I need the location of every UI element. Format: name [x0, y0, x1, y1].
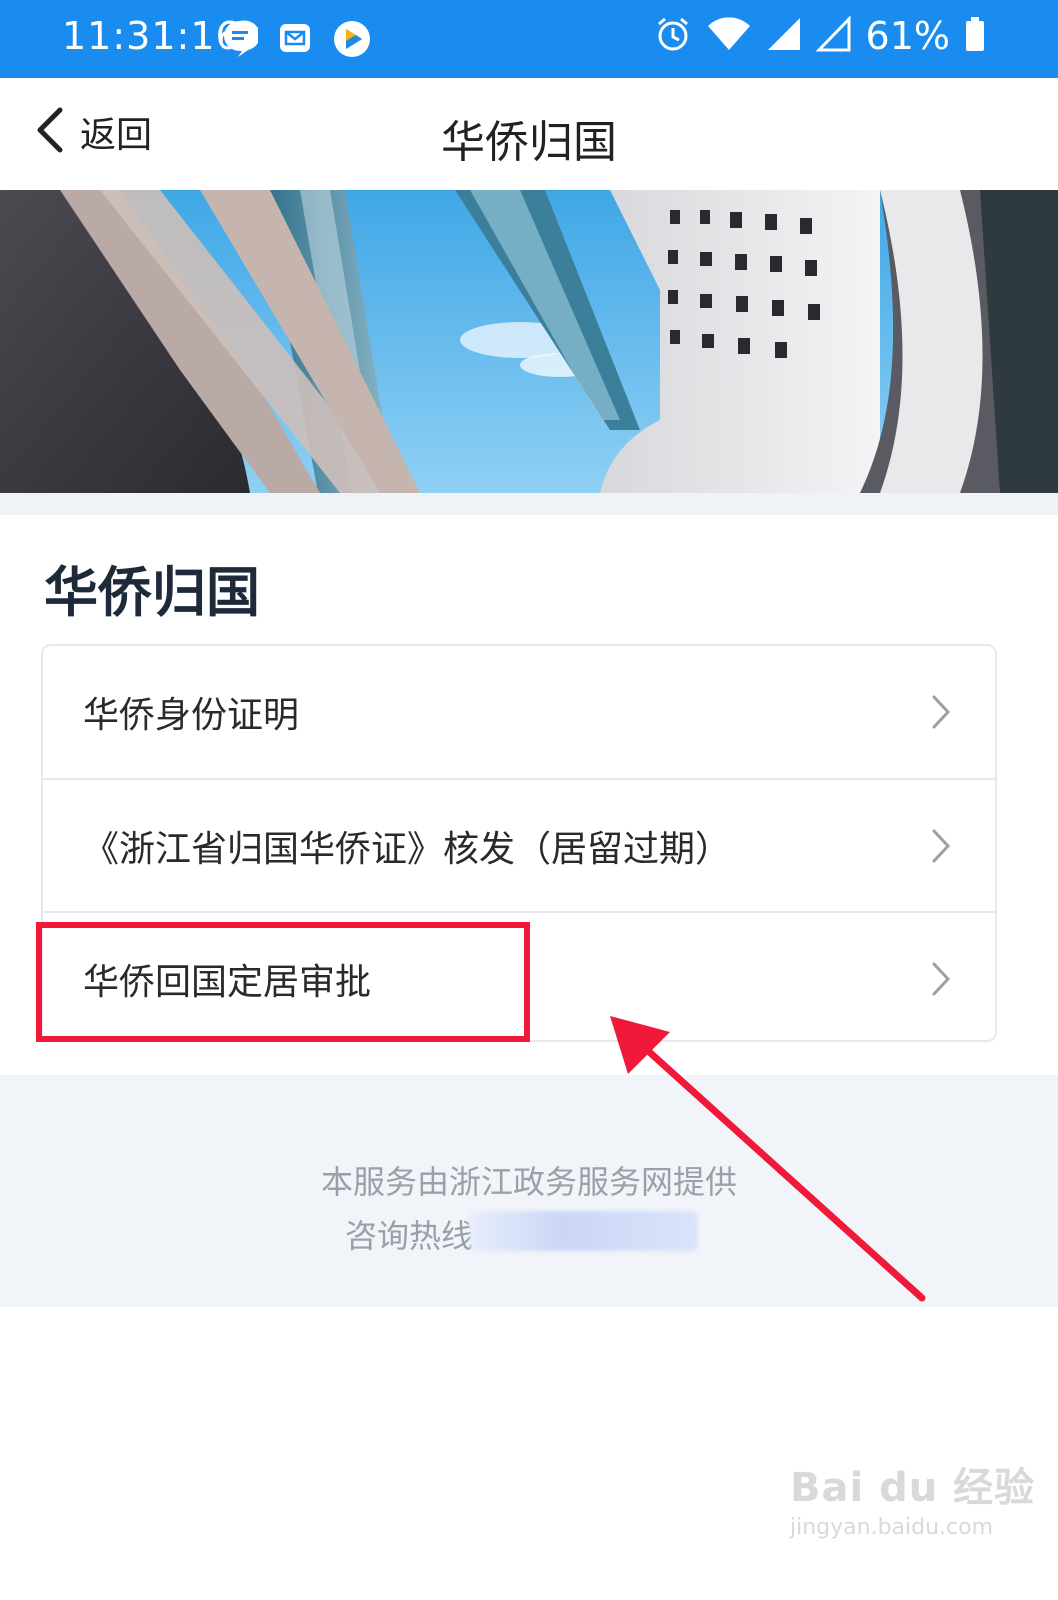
watermark-main: Bai du 经验	[790, 1465, 1036, 1511]
annotation-arrow	[610, 1016, 926, 1302]
baidu-jingyan-watermark: Bai du 经验 jingyan.baidu.com	[790, 1455, 1035, 1540]
watermark-sub: jingyan.baidu.com	[790, 1515, 994, 1540]
